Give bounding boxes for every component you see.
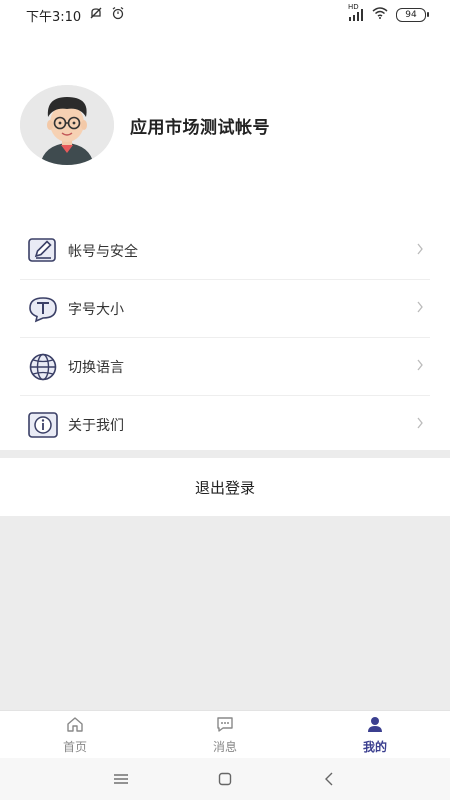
menu-item-label: 关于我们 <box>68 417 124 434</box>
wifi-icon <box>372 7 388 23</box>
menu-item-switch-language[interactable]: 切换语言 <box>20 338 430 396</box>
user-icon <box>366 716 384 736</box>
menu-item-font-size[interactable]: 字号大小 <box>20 280 430 338</box>
home-icon <box>66 716 84 736</box>
profile-header[interactable]: 应用市场测试帐号 <box>0 80 450 170</box>
logout-button[interactable]: 退出登录 <box>0 458 450 516</box>
menu-item-about-us[interactable]: 关于我们 <box>20 396 430 453</box>
system-nav-bar <box>0 758 450 800</box>
settings-menu: 帐号与安全 字号大小 切换语言 关于我们 <box>20 222 430 453</box>
menu-item-label: 字号大小 <box>68 301 124 318</box>
back-icon[interactable] <box>317 767 341 791</box>
bottom-tab-bar: 首页 消息 我的 <box>0 710 450 759</box>
status-right: HD 94 <box>348 3 429 23</box>
tab-mine[interactable]: 我的 <box>300 711 450 759</box>
chevron-right-icon <box>416 301 424 317</box>
section-divider <box>0 450 450 458</box>
profile-name: 应用市场测试帐号 <box>130 117 270 138</box>
signal-icon: HD <box>348 3 364 21</box>
avatar[interactable] <box>20 85 114 165</box>
menu-item-label: 帐号与安全 <box>68 243 138 260</box>
battery-indicator: 94 <box>396 8 429 22</box>
tab-label: 我的 <box>362 739 387 754</box>
chevron-right-icon <box>416 417 424 433</box>
network-label: HD <box>348 3 359 11</box>
home-square-icon[interactable] <box>213 767 237 791</box>
font-size-icon <box>26 292 60 326</box>
edit-icon <box>26 234 60 268</box>
info-icon <box>26 408 60 442</box>
tab-label: 首页 <box>62 739 87 754</box>
menu-item-account-security[interactable]: 帐号与安全 <box>20 222 430 280</box>
alarm-icon <box>111 6 125 24</box>
status-bar: 下午3:10 HD 94 <box>0 0 450 30</box>
chevron-right-icon <box>416 243 424 259</box>
menu-icon[interactable] <box>109 767 133 791</box>
menu-item-label: 切换语言 <box>68 359 124 376</box>
tab-home[interactable]: 首页 <box>0 711 150 759</box>
message-icon <box>216 716 234 736</box>
tab-messages[interactable]: 消息 <box>150 711 300 759</box>
mute-icon <box>89 6 103 24</box>
status-left: 下午3:10 <box>26 6 125 25</box>
empty-area <box>0 516 450 710</box>
status-time: 下午3:10 <box>26 9 82 25</box>
tab-label: 消息 <box>212 739 237 754</box>
globe-icon <box>26 350 60 384</box>
chevron-right-icon <box>416 359 424 375</box>
